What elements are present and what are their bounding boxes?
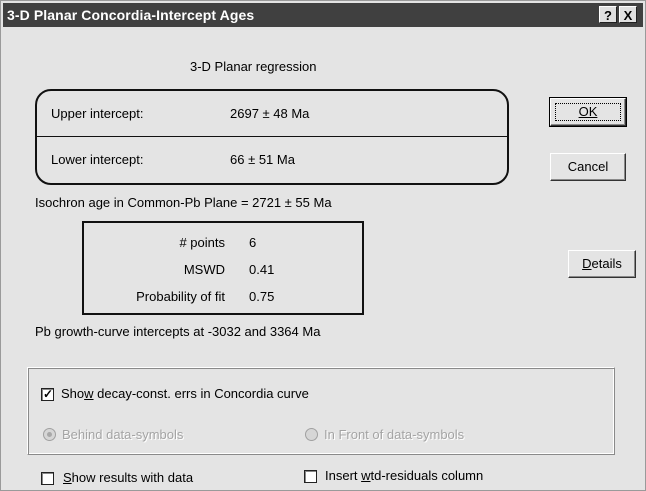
title-bar[interactable]: 3-D Planar Concordia-Intercept Ages ? X [3,3,643,27]
insert-residuals-checkbox[interactable] [304,470,317,483]
upper-intercept-label: Upper intercept: [51,106,144,121]
lower-intercept-label: Lower intercept: [51,152,144,167]
front-symbols-label: In Front of data-symbols [324,427,465,442]
show-results-checkbox[interactable] [41,472,54,485]
window-title: 3-D Planar Concordia-Intercept Ages [7,7,255,23]
mswd-label: MSWD [183,262,225,277]
probability-value: 0.75 [249,289,275,304]
points-value: 6 [249,235,257,250]
concordia-dialog: 3-D Planar Concordia-Intercept Ages ? X … [0,0,646,491]
help-button[interactable]: ? [599,6,617,23]
intercepts-box [35,89,509,185]
probability-label: Probability of fit [136,289,225,304]
behind-symbols-label: Behind data-symbols [62,427,184,442]
upper-intercept-value: 2697 ± 48 Ma [230,106,310,121]
details-button[interactable]: Details [568,250,636,278]
ok-label: OK [578,104,598,119]
close-button[interactable]: X [619,6,637,23]
details-label: Details [582,256,622,271]
decay-const-label[interactable]: Show decay-const. errs in Concordia curv… [61,386,309,401]
ok-button[interactable]: OK [549,97,627,127]
behind-symbols-radio[interactable] [43,428,56,441]
isochron-age-text: Isochron age in Common-Pb Plane = 2721 ±… [35,195,332,210]
checkmark-icon: ✓ [43,387,54,401]
cancel-button[interactable]: Cancel [550,153,626,181]
regression-title: 3-D Planar regression [190,59,317,74]
growth-curve-text: Pb growth-curve intercepts at -3032 and … [35,324,321,339]
decay-const-checkbox[interactable]: ✓ [41,387,54,401]
mswd-value: 0.41 [249,262,275,277]
radio-selected-dot [47,432,52,437]
insert-residuals-label[interactable]: Insert wtd-residuals column [325,468,483,483]
front-symbols-radio[interactable] [305,428,318,441]
intercepts-divider [37,136,507,137]
show-results-label[interactable]: Show results with data [63,470,193,485]
points-label: # points [179,235,225,250]
lower-intercept-value: 66 ± 51 Ma [230,152,295,167]
cancel-label: Cancel [567,159,609,174]
